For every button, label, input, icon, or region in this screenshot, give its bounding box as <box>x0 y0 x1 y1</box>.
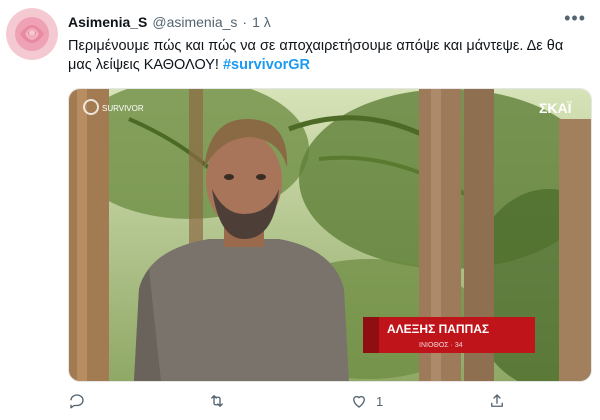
survivor-logo: SURVIVOR <box>102 104 144 113</box>
timestamp[interactable]: 1 λ <box>252 14 271 30</box>
retweet-button[interactable] <box>208 392 226 410</box>
tweet-header: Asimenia_S @asimenia_s · 1 λ ••• <box>68 8 586 32</box>
tweet-media[interactable]: SURVIVOR ΣΚΑΪ ΑΛΕΞΗΣ ΠΑΠΠΑΣ ΙΝΙΟΘΟΣ · 34 <box>68 88 592 382</box>
tweet-card: Asimenia_S @asimenia_s · 1 λ ••• Περιμέν… <box>0 0 600 420</box>
avatar[interactable] <box>6 8 58 60</box>
user-handle[interactable]: @asimenia_s <box>152 14 237 30</box>
like-button[interactable]: 1 <box>350 392 383 410</box>
channel-logo: ΣΚΑΪ <box>539 100 573 116</box>
tweet-body: Περιμένουμε πώς και πώς να σε αποχαιρετή… <box>68 38 564 73</box>
like-count: 1 <box>376 393 384 409</box>
hashtag-link[interactable]: #survivorGR <box>223 57 310 73</box>
separator-dot: · <box>242 14 248 30</box>
reply-button[interactable] <box>68 392 86 410</box>
rose-avatar-image <box>6 8 58 60</box>
retweet-icon <box>211 395 223 407</box>
heart-icon <box>353 395 365 408</box>
caption-subtitle: ΙΝΙΟΘΟΣ · 34 <box>419 342 463 349</box>
caption-name: ΑΛΕΞΗΣ ΠΑΠΠΑΣ <box>387 322 489 336</box>
reply-icon <box>70 394 84 409</box>
share-icon <box>491 394 503 407</box>
more-dots-icon[interactable]: ••• <box>564 8 586 29</box>
tweet-actions: 1 <box>68 392 538 416</box>
tweet-text: Περιμένουμε πώς και πώς να σε αποχαιρετή… <box>68 37 588 75</box>
display-name[interactable]: Asimenia_S <box>68 14 147 30</box>
tv-still-image: SURVIVOR ΣΚΑΪ ΑΛΕΞΗΣ ΠΑΠΠΑΣ ΙΝΙΟΘΟΣ · 34 <box>69 89 591 381</box>
share-button[interactable] <box>488 392 506 410</box>
